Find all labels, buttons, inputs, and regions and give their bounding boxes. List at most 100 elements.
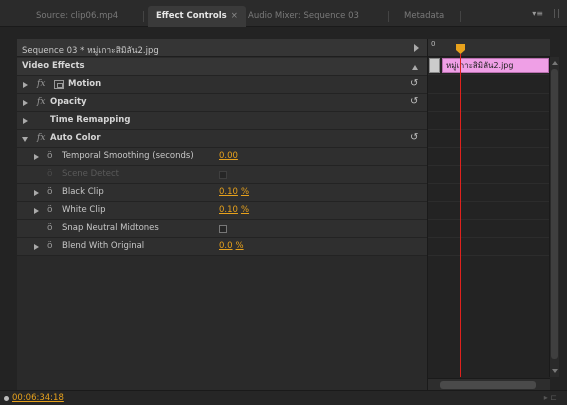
timeline-zoom-scrollbar[interactable] xyxy=(428,378,550,390)
timeline-row xyxy=(428,148,550,166)
param-label: Temporal Smoothing (seconds) xyxy=(62,151,194,161)
tab-effect-controls[interactable]: Effect Controls × xyxy=(148,6,246,27)
expand-triangle-icon[interactable] xyxy=(23,100,28,106)
timecode-display[interactable]: 00:06:34:18 xyxy=(12,393,64,403)
param-row-blend-with-original: ö Blend With Original 0.0% xyxy=(17,238,427,256)
expand-triangle-icon[interactable] xyxy=(23,118,28,124)
param-label: Snap Neutral Midtones xyxy=(62,223,159,233)
timeline-row xyxy=(428,238,550,256)
reset-icon[interactable]: ↺ xyxy=(410,96,418,107)
time-ruler[interactable]: 0 xyxy=(428,39,550,57)
close-icon[interactable]: × xyxy=(231,11,238,21)
timeline-clip[interactable]: หมู่เกาะสิมิลัน2.jpg xyxy=(442,58,549,73)
param-row-white-clip: ö White Clip 0.10% xyxy=(17,202,427,220)
expand-triangle-icon[interactable] xyxy=(23,82,28,88)
video-effects-header: Video Effects xyxy=(17,58,427,76)
stopwatch-icon[interactable]: ö xyxy=(47,223,56,234)
expand-triangle-icon[interactable] xyxy=(34,190,39,196)
tab-divider xyxy=(143,11,144,22)
effect-name-time-remapping: Time Remapping xyxy=(50,115,131,125)
timeline-row xyxy=(428,202,550,220)
indicator-dot-icon xyxy=(4,396,9,401)
video-effects-label: Video Effects xyxy=(22,61,85,71)
playhead-line xyxy=(460,54,461,377)
effect-row-time-remapping[interactable]: Time Remapping xyxy=(17,112,427,130)
param-label: Black Clip xyxy=(62,187,104,197)
stopwatch-icon[interactable]: ö xyxy=(47,151,56,162)
param-value-input[interactable]: 0.00 xyxy=(219,151,238,161)
scene-detect-checkbox xyxy=(219,171,227,179)
param-value-text: 0.10 xyxy=(219,187,238,197)
effect-row-auto-color[interactable]: fx Auto Color ↺ xyxy=(17,130,427,148)
effect-name-auto-color: Auto Color xyxy=(50,133,101,143)
param-unit: % xyxy=(240,205,250,215)
effect-row-opacity[interactable]: fx Opacity ↺ xyxy=(17,94,427,112)
timeline-row xyxy=(428,112,550,130)
param-value-input[interactable]: 0.10% xyxy=(219,187,249,197)
reset-icon[interactable]: ↺ xyxy=(410,132,418,143)
stopwatch-icon[interactable]: ö xyxy=(47,187,56,198)
timeline-clip-row: หมู่เกาะสิมิลัน2.jpg xyxy=(428,57,550,75)
tab-source[interactable]: Source: clip06.mp4 xyxy=(28,6,126,27)
collapse-up-icon[interactable] xyxy=(412,65,418,70)
fx-toggle-icon[interactable]: fx xyxy=(37,133,45,143)
sequence-clip-title: Sequence 03 * หมู่เกาะสิมิลัน2.jpg xyxy=(22,46,159,56)
param-unit: % xyxy=(235,241,244,251)
effect-controls-list: Sequence 03 * หมู่เกาะสิมิลัน2.jpg Video… xyxy=(17,39,427,390)
reset-icon[interactable]: ↺ xyxy=(410,78,418,89)
param-label: White Clip xyxy=(62,205,106,215)
timeline-row xyxy=(428,220,550,238)
tab-bar: Source: clip06.mp4 Effect Controls × Audi… xyxy=(0,0,567,27)
expand-triangle-icon[interactable] xyxy=(34,154,39,160)
effect-row-motion[interactable]: fx Motion ↺ xyxy=(17,76,427,94)
tab-audio-mixer[interactable]: Audio Mixer: Sequence 03 xyxy=(240,6,367,27)
param-unit: % xyxy=(240,187,250,197)
show-timeline-toggle-icon[interactable] xyxy=(414,44,419,52)
param-row-snap-neutral-midtones: ö Snap Neutral Midtones xyxy=(17,220,427,238)
param-row-scene-detect: ö Scene Detect xyxy=(17,166,427,184)
effect-timeline[interactable]: 0 หมู่เกาะสิมิลัน2.jpg xyxy=(427,39,550,390)
sequence-clip-header: Sequence 03 * หมู่เกาะสิมิลัน2.jpg xyxy=(17,39,427,57)
vertical-scrollbar[interactable] xyxy=(549,57,559,377)
stopwatch-icon: ö xyxy=(47,169,53,179)
param-value-text: 0.0 xyxy=(219,241,233,251)
scroll-thumb[interactable] xyxy=(551,69,558,359)
clip-label: หมู่เกาะสิมิลัน2.jpg xyxy=(446,61,514,70)
timeline-row xyxy=(428,184,550,202)
fx-toggle-icon[interactable]: fx xyxy=(37,79,45,89)
param-label: Blend With Original xyxy=(62,241,145,251)
effect-name-motion: Motion xyxy=(68,79,102,89)
tab-metadata-label: Metadata xyxy=(404,11,445,21)
tab-effect-controls-label: Effect Controls xyxy=(156,11,227,21)
fx-toggle-icon[interactable]: fx xyxy=(37,97,45,107)
footer-controls-icon[interactable]: ▸ ⊏ xyxy=(544,393,557,402)
status-bar: 00:06:34:18 ▸ ⊏ xyxy=(0,390,567,405)
timeline-row xyxy=(428,166,550,184)
param-value-text: 0.00 xyxy=(219,151,238,161)
expand-triangle-icon[interactable] xyxy=(34,208,39,214)
snap-neutral-midtones-checkbox[interactable] xyxy=(219,225,227,233)
stopwatch-icon[interactable]: ö xyxy=(47,241,56,252)
drag-grip-icon[interactable] xyxy=(554,9,559,18)
param-row-temporal-smoothing: ö Temporal Smoothing (seconds) 0.00 xyxy=(17,148,427,166)
param-value-input[interactable]: 0.10% xyxy=(219,205,249,215)
effect-name-opacity: Opacity xyxy=(50,97,87,107)
tab-divider xyxy=(460,11,461,22)
timeline-row xyxy=(428,94,550,112)
ruler-zero-label: 0 xyxy=(431,40,436,48)
tab-source-label: Source: clip06.mp4 xyxy=(36,11,119,21)
motion-transform-icon[interactable] xyxy=(54,80,64,89)
tab-metadata[interactable]: Metadata xyxy=(396,6,452,27)
param-row-black-clip: ö Black Clip 0.10% xyxy=(17,184,427,202)
clip-edit-icon xyxy=(429,58,440,73)
scroll-down-icon[interactable] xyxy=(552,369,558,373)
scroll-up-icon[interactable] xyxy=(552,61,558,65)
timeline-row xyxy=(428,76,550,94)
param-value-input[interactable]: 0.0% xyxy=(219,241,244,251)
collapse-triangle-icon[interactable] xyxy=(22,137,28,142)
stopwatch-icon[interactable]: ö xyxy=(47,205,56,216)
panel-menu-icon[interactable]: ▾≡ xyxy=(532,9,543,18)
expand-triangle-icon[interactable] xyxy=(34,244,39,250)
zoom-scroll-thumb[interactable] xyxy=(440,381,536,389)
param-label: Scene Detect xyxy=(62,169,119,179)
